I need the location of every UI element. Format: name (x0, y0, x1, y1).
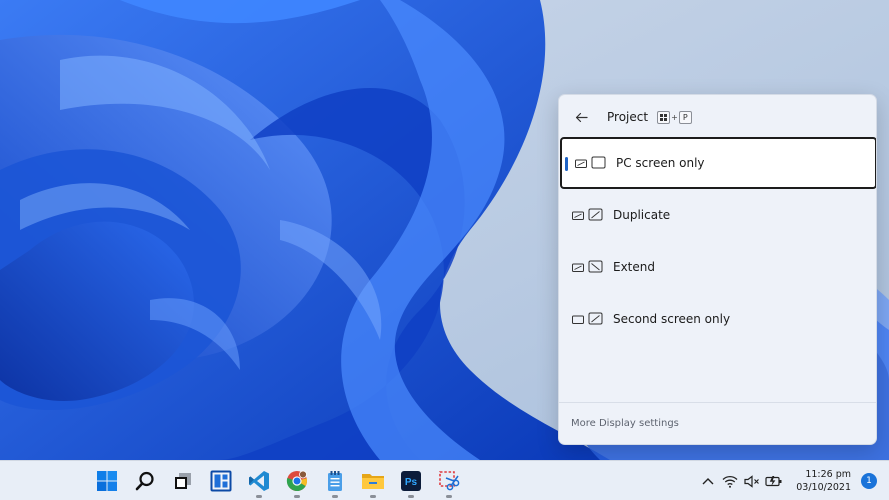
battery-charging-icon (765, 476, 782, 487)
show-hidden-icons-button[interactable] (697, 470, 719, 492)
option-label: Duplicate (613, 208, 671, 222)
photoshop-app[interactable]: Ps (392, 461, 430, 500)
option-duplicate[interactable]: Duplicate (559, 189, 876, 241)
start-button[interactable] (88, 461, 126, 500)
volume-button[interactable] (741, 470, 763, 492)
extend-icon (572, 260, 603, 273)
chrome-icon (286, 470, 307, 492)
search-icon (135, 471, 154, 491)
p-key: P (678, 110, 692, 124)
taskbar-clock[interactable]: 11:26 pm 03/10/2021 (795, 468, 851, 494)
task-view-icon (175, 473, 191, 489)
chrome-app[interactable] (278, 461, 316, 500)
notepad-app[interactable] (316, 461, 354, 500)
vscode-icon (249, 471, 269, 491)
project-options: PC screen only Duplicate Extend Second s… (559, 137, 876, 345)
back-arrow-icon[interactable] (571, 107, 591, 127)
vscode-app[interactable] (240, 461, 278, 500)
windows-key-icon (657, 110, 671, 124)
volume-muted-icon (744, 474, 759, 488)
flyout-footer: More Display settings (559, 402, 876, 444)
running-indicator (294, 495, 300, 498)
clock-date: 03/10/2021 (796, 482, 851, 493)
notepad-icon (328, 471, 342, 491)
more-display-settings-link[interactable]: More Display settings (571, 418, 679, 429)
taskbar-apps: Ps (88, 461, 468, 500)
option-second-screen-only[interactable]: Second screen only (559, 293, 876, 345)
snipping-tool-icon (439, 471, 460, 491)
battery-button[interactable] (763, 470, 785, 492)
wifi-button[interactable] (719, 470, 741, 492)
duplicate-icon (572, 208, 603, 221)
running-indicator (370, 495, 376, 498)
running-indicator (256, 495, 262, 498)
option-extend[interactable]: Extend (559, 241, 876, 293)
chevron-up-icon (702, 478, 714, 485)
shortcut-plus: + (671, 112, 678, 122)
widgets-button[interactable] (202, 461, 240, 500)
option-label: PC screen only (616, 156, 705, 170)
flyout-title: Project (607, 110, 649, 124)
notification-badge[interactable]: 1 (861, 473, 877, 489)
option-pc-screen-only[interactable]: PC screen only (560, 137, 876, 189)
photoshop-icon: Ps (401, 471, 421, 491)
file-explorer-app[interactable] (354, 461, 392, 500)
widgets-icon (210, 470, 232, 492)
pc-screen-only-icon (575, 156, 606, 169)
option-label: Extend (613, 260, 655, 274)
second-screen-only-icon (572, 312, 603, 325)
system-tray: 11:26 pm 03/10/2021 1 (697, 461, 889, 500)
selection-indicator (565, 157, 568, 171)
photoshop-label: Ps (405, 477, 418, 488)
keyboard-shortcut: + P (657, 110, 692, 124)
search-button[interactable] (126, 461, 164, 500)
running-indicator (446, 495, 452, 498)
running-indicator (408, 495, 414, 498)
wifi-icon (722, 475, 738, 488)
running-indicator (332, 495, 338, 498)
flyout-header: Project + P (559, 95, 876, 139)
taskbar: Ps 11:26 pm 03/10/2021 1 (0, 460, 889, 500)
clock-time: 11:26 pm (805, 469, 851, 480)
task-view-button[interactable] (164, 461, 202, 500)
snipping-tool-app[interactable] (430, 461, 468, 500)
folder-icon (362, 474, 384, 489)
windows-logo-icon (97, 471, 117, 491)
option-label: Second screen only (613, 312, 731, 326)
project-flyout: Project + P PC screen only Duplicate Ext… (558, 94, 877, 445)
